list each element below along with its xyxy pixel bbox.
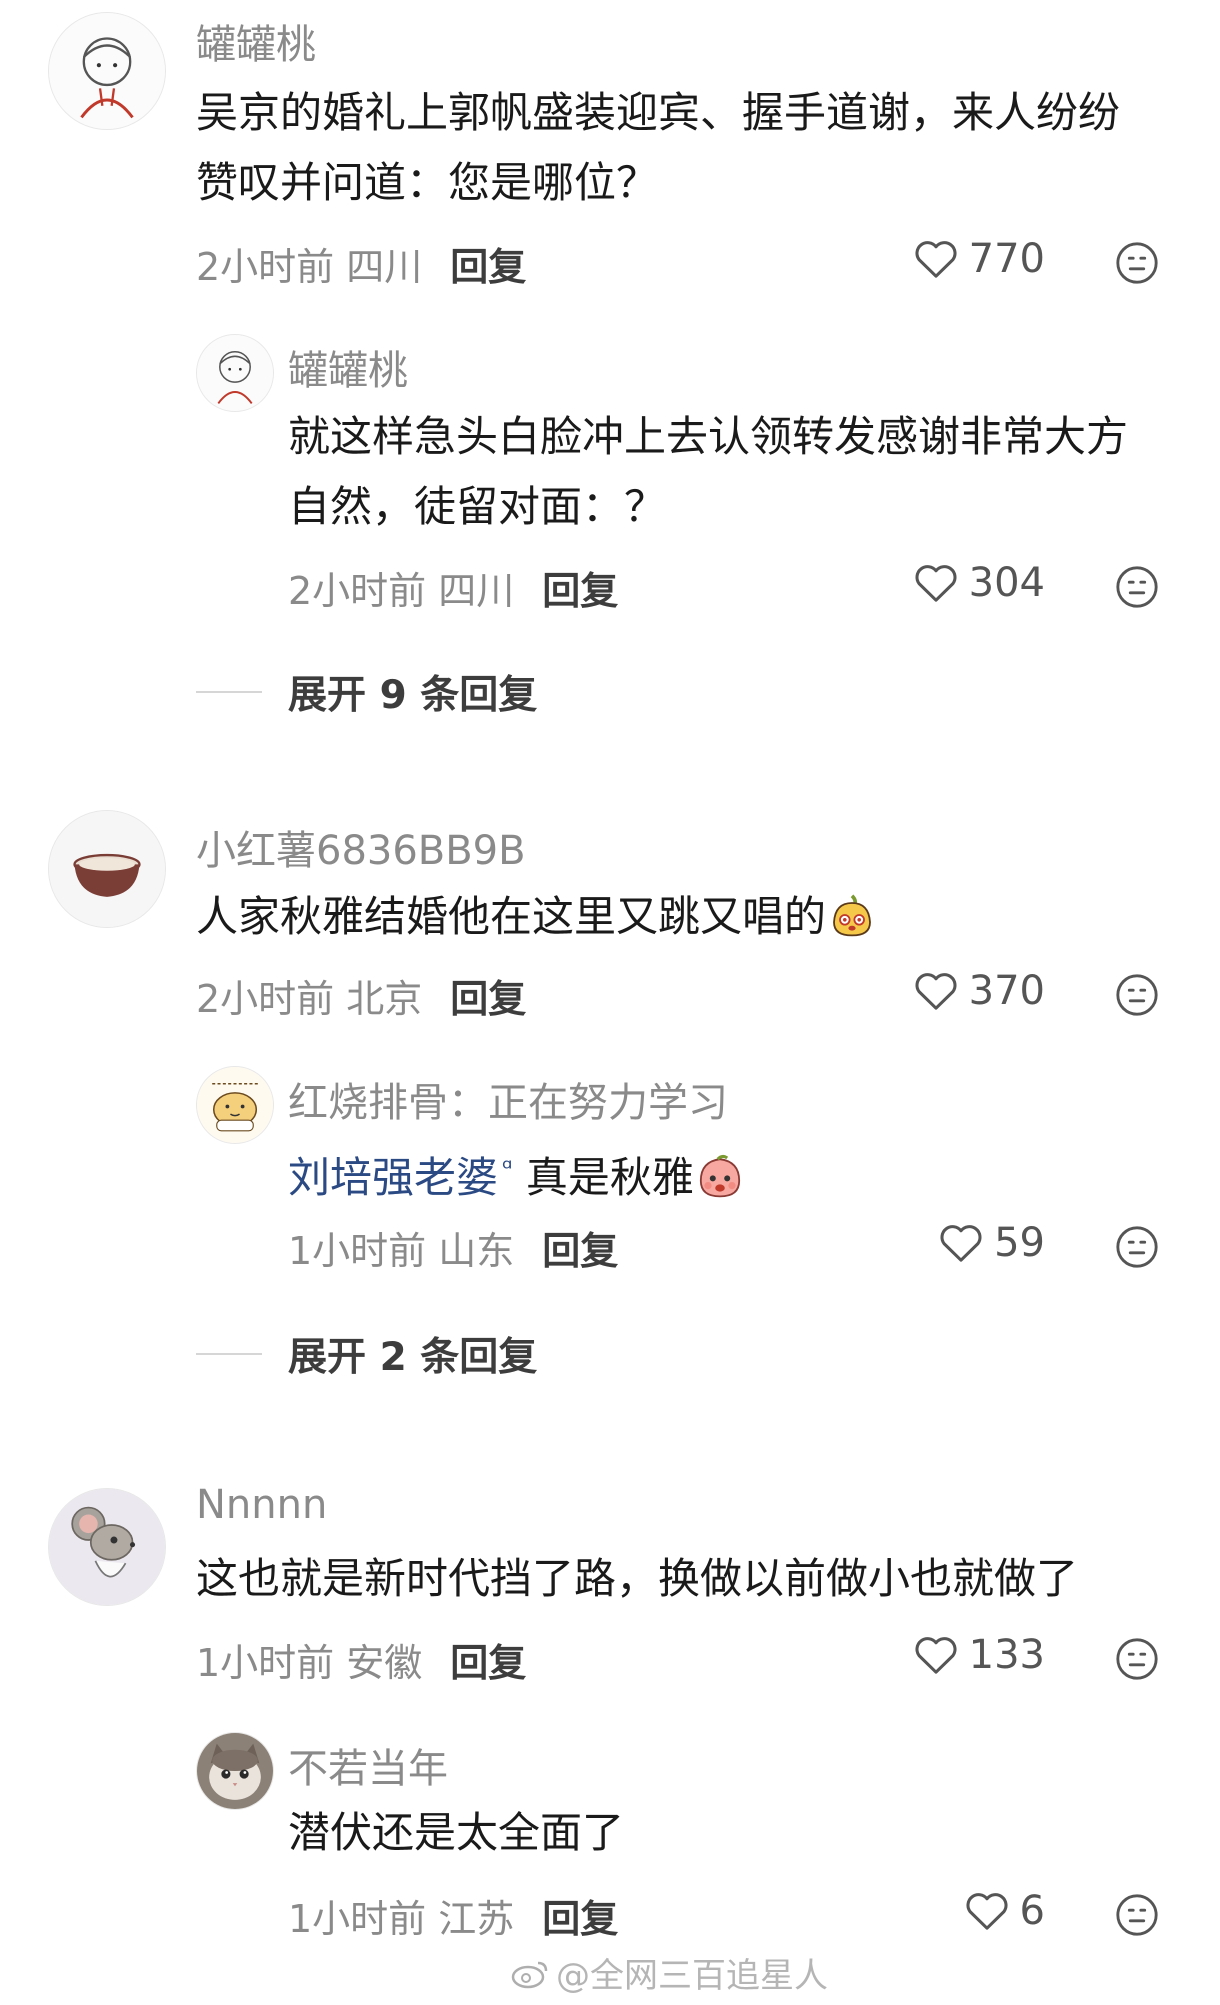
avatar-image (197, 335, 273, 411)
heart-outline-icon (966, 1893, 1008, 1930)
comment-text-content: 人家秋雅结婚他在这里又跳又唱的 (196, 892, 827, 941)
avatar[interactable] (48, 810, 166, 928)
heart-outline-icon (915, 973, 957, 1010)
timestamp: 1小时前 (288, 1229, 427, 1273)
like-count: 133 (968, 1632, 1045, 1678)
expand-replies-button[interactable]: 展开 9 条回复 (196, 664, 537, 720)
avatar-image (49, 13, 165, 129)
location: 北京 (346, 977, 423, 1021)
avatar-image (197, 1733, 273, 1809)
comment-text: 吴京的婚礼上郭帆盛装迎宾、握手道谢，来人纷纷赞叹并问道：您是哪位？ (196, 88, 1121, 207)
timestamp: 2小时前 (196, 245, 335, 289)
location: 山东 (438, 1229, 515, 1273)
comment-meta: 2小时前 四川 回复 (288, 560, 618, 615)
comment-text: 这也就是新时代挡了路，换做以前做小也就做了 (196, 1554, 1079, 1603)
like-count: 304 (968, 560, 1045, 606)
username[interactable]: 罐罐桃 (196, 12, 316, 70)
weibo-logo-icon (511, 1961, 548, 1988)
expand-replies-button[interactable]: 展开 2 条回复 (196, 1326, 537, 1382)
avatar-image (197, 1067, 273, 1143)
neutral-face-icon[interactable] (1114, 240, 1160, 286)
like-button[interactable]: 370 (913, 968, 1045, 1014)
heart-outline-icon (940, 1225, 982, 1262)
timestamp: 1小时前 (196, 1641, 335, 1685)
like-button[interactable]: 770 (913, 236, 1045, 282)
expand-replies-label: 展开 2 条回复 (288, 1335, 538, 1380)
timestamp: 2小时前 (196, 977, 335, 1021)
location: 四川 (346, 245, 423, 289)
like-button[interactable]: 304 (913, 560, 1045, 606)
reply-button[interactable]: 回复 (450, 1641, 526, 1685)
reply-text: 就这样急头白脸冲上去认领转发感谢非常大方自然，徒留对面：？ (288, 412, 1129, 531)
username[interactable]: Nnnnn (196, 1482, 327, 1528)
reply-button[interactable]: 回复 (542, 1229, 618, 1273)
reply-button[interactable]: 回复 (450, 977, 526, 1021)
like-count: 370 (968, 968, 1045, 1014)
like-count: 6 (1019, 1888, 1045, 1934)
peach-character-emoji (699, 1154, 741, 1198)
reply-button[interactable]: 回复 (542, 1897, 618, 1941)
mention-link[interactable]: 刘培强老婆 (288, 1153, 498, 1202)
neutral-face-icon[interactable] (1114, 564, 1160, 610)
comment-meta: 2小时前 北京 回复 (196, 968, 526, 1023)
watermark-text: @全网三百追星人 (556, 1956, 828, 1996)
avatar[interactable] (196, 1732, 274, 1810)
comment-meta: 2小时前 四川 回复 (196, 236, 526, 291)
like-button[interactable]: 59 (938, 1220, 1045, 1266)
reply-button[interactable]: 回复 (542, 569, 618, 613)
username[interactable]: 小红薯6836BB9B (196, 818, 526, 876)
username[interactable]: 罐罐桃 (288, 338, 408, 396)
reply-text: 潜伏还是太全面了 (288, 1808, 625, 1857)
avatar[interactable] (196, 334, 274, 412)
like-button[interactable]: 6 (964, 1888, 1045, 1934)
location: 四川 (438, 569, 515, 613)
comment-meta: 1小时前 江苏 回复 (288, 1888, 618, 1943)
like-count: 59 (994, 1220, 1045, 1266)
divider-line (196, 691, 262, 693)
reply-text-content: 真是秋雅 (525, 1153, 694, 1202)
heart-outline-icon (915, 1637, 957, 1674)
expand-replies-label: 展开 9 条回复 (288, 673, 538, 718)
like-count: 770 (968, 236, 1045, 282)
location: 安徽 (346, 1641, 423, 1685)
timestamp: 2小时前 (288, 569, 427, 613)
username[interactable]: 不若当年 (288, 1736, 448, 1794)
avatar[interactable] (48, 1488, 166, 1606)
neutral-face-icon[interactable] (1114, 972, 1160, 1018)
like-button[interactable]: 133 (913, 1632, 1045, 1678)
watermark: @全网三百追星人 (510, 1948, 828, 1997)
avatar[interactable] (48, 12, 166, 130)
heart-outline-icon (915, 565, 957, 602)
comment-meta: 1小时前 安徽 回复 (196, 1632, 526, 1687)
avatar-image (49, 1489, 165, 1605)
neutral-face-icon[interactable] (1114, 1892, 1160, 1938)
neutral-face-icon[interactable] (1114, 1636, 1160, 1682)
avatar[interactable] (196, 1066, 274, 1144)
location: 江苏 (438, 1897, 515, 1941)
timestamp: 1小时前 (288, 1897, 427, 1941)
neutral-face-icon[interactable] (1114, 1224, 1160, 1270)
comment-text: 人家秋雅结婚他在这里又跳又唱的 (196, 882, 1160, 952)
comment-meta: 1小时前 山东 回复 (288, 1220, 618, 1275)
heart-outline-icon (915, 241, 957, 278)
avatar-image (49, 811, 165, 927)
mention-mark: ᵅ (502, 1154, 513, 1184)
username[interactable]: 红烧排骨：正在努力学习 (288, 1070, 728, 1128)
divider-line (196, 1353, 262, 1355)
reply-button[interactable]: 回复 (450, 245, 526, 289)
reply-text: 刘培强老婆 ᵅ 真是秋雅 (288, 1134, 1160, 1213)
yellow-character-emoji (833, 894, 871, 937)
